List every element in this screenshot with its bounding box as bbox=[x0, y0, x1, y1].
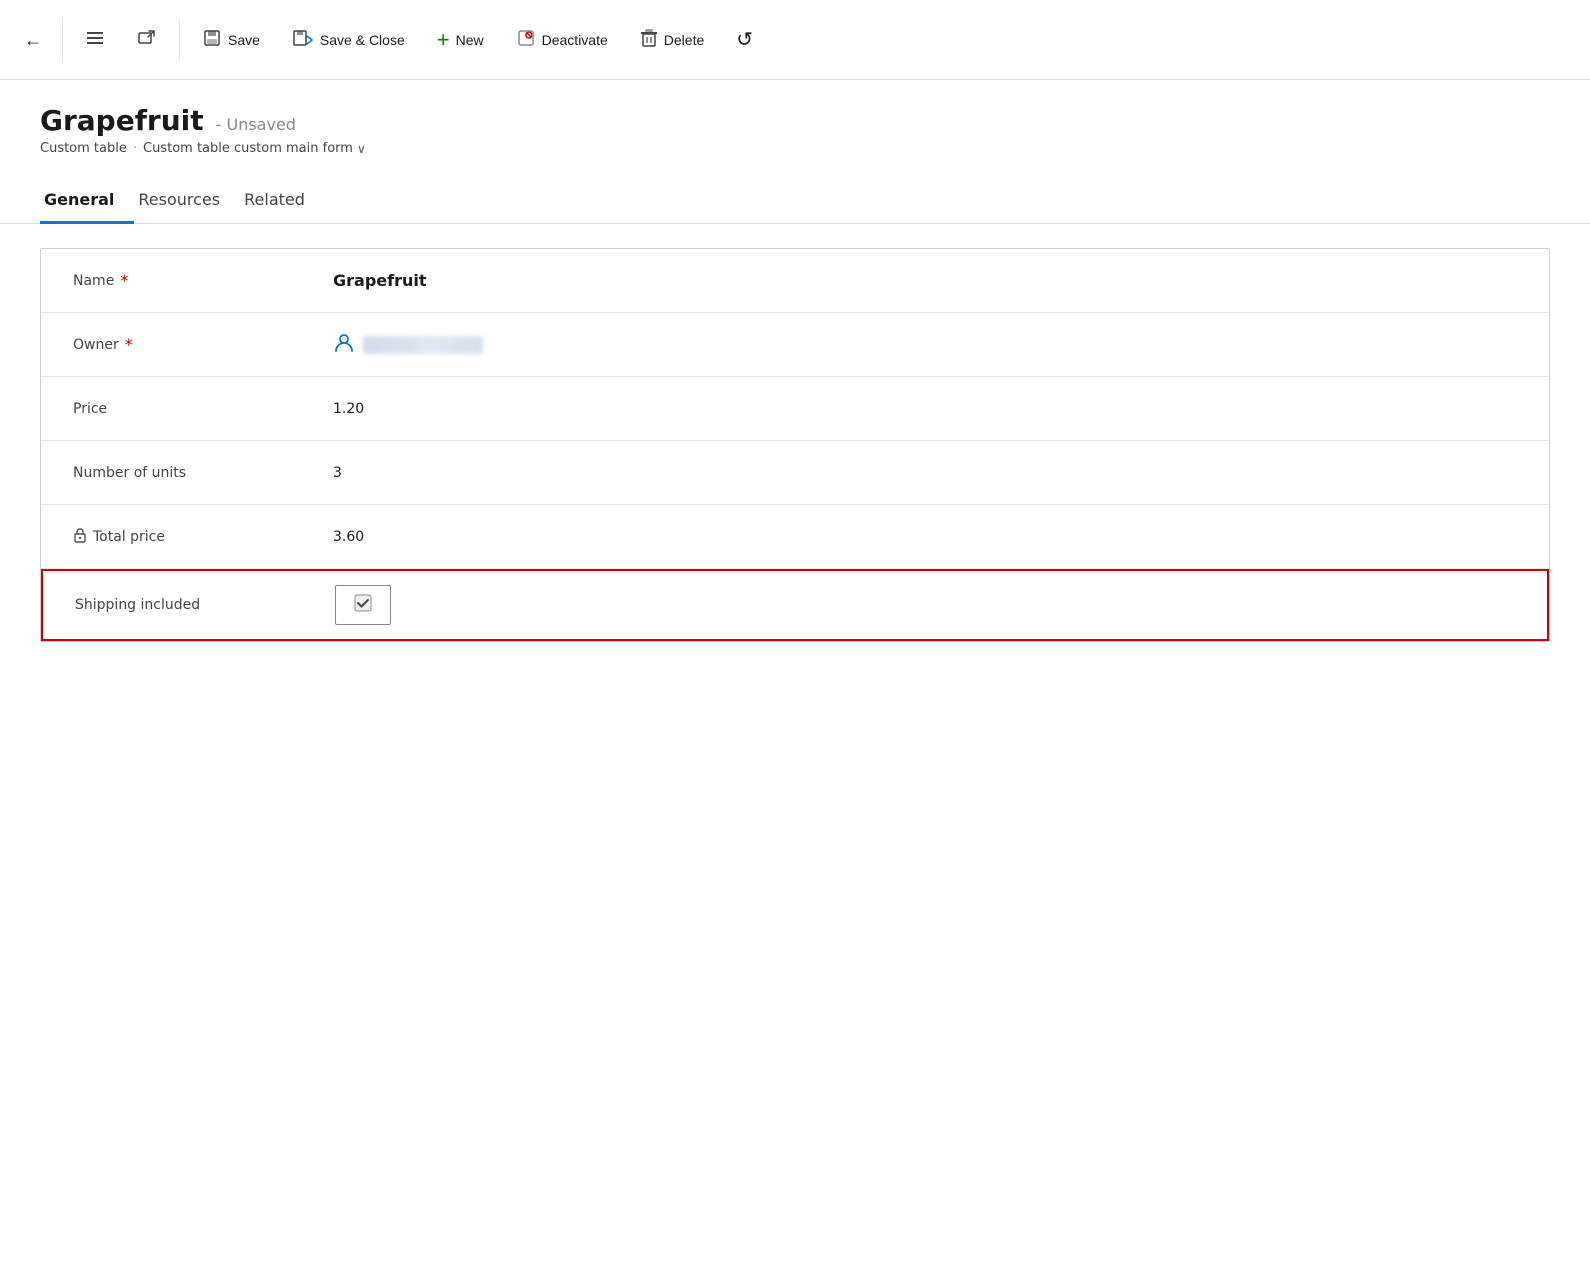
delete-icon bbox=[640, 28, 658, 51]
delete-label: Delete bbox=[664, 32, 704, 48]
checkmark-icon bbox=[354, 594, 372, 617]
deactivate-label: Deactivate bbox=[542, 32, 608, 48]
field-row-owner: Owner * bbox=[41, 313, 1549, 377]
open-new-window-icon bbox=[137, 28, 157, 51]
required-indicator-name: * bbox=[120, 271, 128, 290]
tab-general[interactable]: General bbox=[40, 180, 134, 224]
refresh-button[interactable]: ↺ bbox=[722, 14, 767, 66]
field-label-price: Price bbox=[73, 401, 333, 417]
form-selector[interactable]: Custom table custom main form ∨ bbox=[143, 141, 366, 156]
save-close-label: Save & Close bbox=[320, 32, 405, 48]
save-close-button[interactable]: Save & Close bbox=[278, 14, 419, 66]
tabs-bar: General Resources Related bbox=[0, 180, 1590, 224]
list-view-button[interactable] bbox=[71, 14, 119, 66]
field-row-number-of-units: Number of units 3 bbox=[41, 441, 1549, 505]
save-close-icon bbox=[292, 28, 314, 51]
new-icon: + bbox=[437, 27, 450, 53]
refresh-icon: ↺ bbox=[736, 27, 753, 52]
owner-field-container bbox=[333, 331, 1517, 358]
deactivate-icon bbox=[516, 28, 536, 51]
record-title: Grapefruit - Unsaved bbox=[40, 104, 1550, 137]
field-value-number-of-units[interactable]: 3 bbox=[333, 465, 1517, 481]
tab-related[interactable]: Related bbox=[240, 180, 325, 224]
toolbar-separator-2 bbox=[179, 20, 180, 60]
form-content: Name * Grapefruit Owner * bbox=[0, 224, 1590, 666]
open-new-window-button[interactable] bbox=[123, 14, 171, 66]
tab-related-label: Related bbox=[244, 190, 305, 209]
form-selector-label: Custom table custom main form bbox=[143, 141, 353, 156]
save-label: Save bbox=[228, 32, 260, 48]
field-value-price[interactable]: 1.20 bbox=[333, 401, 1517, 417]
shipping-checkbox[interactable] bbox=[335, 585, 391, 625]
field-row-shipping-included: Shipping included bbox=[41, 569, 1549, 641]
field-label-owner: Owner * bbox=[73, 335, 333, 354]
breadcrumb-separator: · bbox=[133, 141, 137, 156]
new-label: New bbox=[456, 32, 484, 48]
field-row-total-price: Total price 3.60 bbox=[41, 505, 1549, 569]
field-label-name: Name * bbox=[73, 271, 333, 290]
unsaved-badge: - Unsaved bbox=[216, 115, 296, 134]
form-section-general: Name * Grapefruit Owner * bbox=[40, 248, 1550, 642]
list-view-icon bbox=[85, 28, 105, 51]
save-button[interactable]: Save bbox=[188, 14, 274, 66]
back-button[interactable]: ← bbox=[12, 14, 54, 66]
save-icon bbox=[202, 28, 222, 51]
tab-resources-label: Resources bbox=[138, 190, 220, 209]
person-icon bbox=[333, 331, 355, 358]
toolbar: ← Save bbox=[0, 0, 1590, 80]
tab-resources[interactable]: Resources bbox=[134, 180, 240, 224]
field-label-shipping-included: Shipping included bbox=[75, 597, 335, 613]
field-value-total-price: 3.60 bbox=[333, 529, 1517, 545]
field-value-name[interactable]: Grapefruit bbox=[333, 271, 1517, 290]
toolbar-separator-1 bbox=[62, 20, 63, 60]
new-button[interactable]: + New bbox=[423, 14, 498, 66]
deactivate-button[interactable]: Deactivate bbox=[502, 14, 622, 66]
field-row-price: Price 1.20 bbox=[41, 377, 1549, 441]
breadcrumb-table: Custom table bbox=[40, 141, 127, 156]
field-value-shipping-included bbox=[335, 585, 1515, 625]
owner-name-blurred bbox=[363, 336, 483, 354]
required-indicator-owner: * bbox=[125, 335, 133, 354]
field-label-total-price: Total price bbox=[73, 527, 333, 547]
field-row-name: Name * Grapefruit bbox=[41, 249, 1549, 313]
page-header: Grapefruit - Unsaved Custom table · Cust… bbox=[0, 80, 1590, 164]
chevron-down-icon: ∨ bbox=[357, 142, 366, 156]
back-icon: ← bbox=[24, 31, 42, 49]
breadcrumb: Custom table · Custom table custom main … bbox=[40, 141, 1550, 156]
record-name: Grapefruit bbox=[40, 104, 204, 137]
field-value-owner[interactable] bbox=[333, 331, 1517, 358]
tab-general-label: General bbox=[44, 190, 114, 209]
field-label-number-of-units: Number of units bbox=[73, 465, 333, 481]
delete-button[interactable]: Delete bbox=[626, 14, 718, 66]
lock-icon bbox=[73, 527, 87, 547]
